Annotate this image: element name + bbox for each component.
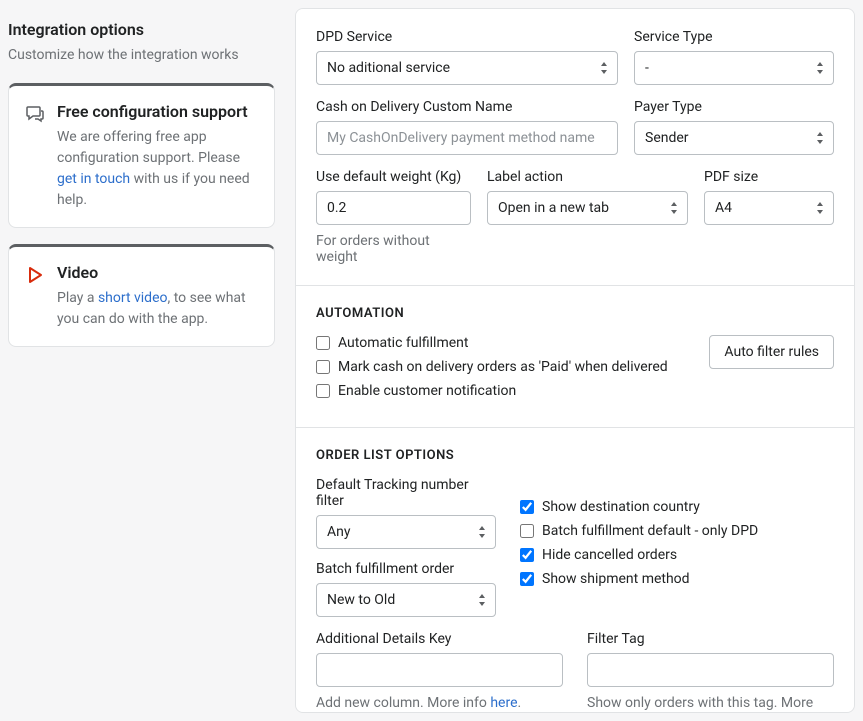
- tracking-filter-select[interactable]: Any: [316, 515, 496, 549]
- filter-tag-label: Filter Tag: [587, 631, 834, 647]
- filter-tag-input[interactable]: [587, 653, 834, 687]
- divider: [296, 285, 854, 286]
- page-title: Integration options: [8, 20, 275, 39]
- label-action-label: Label action: [487, 169, 688, 185]
- chat-icon: [25, 104, 45, 124]
- auto-fulfillment-checkbox[interactable]: [316, 336, 330, 350]
- cod-name-label: Cash on Delivery Custom Name: [316, 99, 618, 115]
- hide-cancelled-label[interactable]: Hide cancelled orders: [542, 547, 677, 563]
- service-type-select[interactable]: -: [634, 51, 834, 85]
- pdf-size-select[interactable]: A4: [704, 191, 834, 225]
- additional-key-helper: Add new column. More info here.: [316, 695, 563, 711]
- tracking-filter-label: Default Tracking number filter: [316, 477, 496, 509]
- mark-paid-checkbox[interactable]: [316, 360, 330, 374]
- label-action-select[interactable]: Open in a new tab: [487, 191, 688, 225]
- default-weight-input[interactable]: [316, 191, 471, 225]
- additional-key-label: Additional Details Key: [316, 631, 563, 647]
- order-list-title: ORDER LIST OPTIONS: [316, 448, 834, 463]
- payer-type-label: Payer Type: [634, 99, 834, 115]
- video-card-body: Play a short video, to see what you can …: [57, 288, 258, 330]
- divider: [296, 427, 854, 428]
- auto-filter-rules-button[interactable]: Auto filter rules: [709, 335, 834, 369]
- show-shipment-label[interactable]: Show shipment method: [542, 571, 690, 587]
- play-icon: [25, 265, 45, 285]
- default-weight-helper: For orders without weight: [316, 233, 471, 265]
- default-weight-label: Use default weight (Kg): [316, 169, 471, 185]
- filter-tag-helper: Show only orders with this tag. More inf…: [587, 695, 834, 713]
- video-card: Video Play a short video, to see what yo…: [8, 244, 275, 347]
- short-video-link[interactable]: short video: [98, 290, 168, 306]
- support-card-body: We are offering free app configuration s…: [57, 127, 258, 211]
- additional-key-input[interactable]: [316, 653, 563, 687]
- support-card: Free configuration support We are offeri…: [8, 83, 275, 228]
- filter-tag-link[interactable]: here: [614, 711, 641, 713]
- enable-notification-checkbox[interactable]: [316, 384, 330, 398]
- automation-title: AUTOMATION: [316, 306, 834, 321]
- dpd-service-select[interactable]: No aditional service: [316, 51, 618, 85]
- page-subtitle: Customize how the integration works: [8, 47, 275, 63]
- hide-cancelled-checkbox[interactable]: [520, 548, 534, 562]
- show-destination-checkbox[interactable]: [520, 500, 534, 514]
- batch-dpd-label[interactable]: Batch fulfillment default - only DPD: [542, 523, 758, 539]
- support-card-title: Free configuration support: [57, 102, 258, 121]
- batch-dpd-checkbox[interactable]: [520, 524, 534, 538]
- show-shipment-checkbox[interactable]: [520, 572, 534, 586]
- dpd-service-label: DPD Service: [316, 29, 618, 45]
- enable-notification-label[interactable]: Enable customer notification: [338, 383, 516, 399]
- payer-type-select[interactable]: Sender: [634, 121, 834, 155]
- batch-order-label: Batch fulfillment order: [316, 561, 496, 577]
- mark-paid-label[interactable]: Mark cash on delivery orders as 'Paid' w…: [338, 359, 668, 375]
- get-in-touch-link[interactable]: get in touch: [57, 171, 130, 187]
- main-panel: DPD Service No aditional service Service…: [295, 8, 855, 713]
- auto-fulfillment-label[interactable]: Automatic fulfillment: [338, 335, 468, 351]
- service-type-label: Service Type: [634, 29, 834, 45]
- additional-key-link[interactable]: here: [490, 695, 517, 711]
- video-card-title: Video: [57, 263, 258, 282]
- sidebar: Integration options Customize how the in…: [0, 0, 275, 721]
- batch-order-select[interactable]: New to Old: [316, 583, 496, 617]
- pdf-size-label: PDF size: [704, 169, 834, 185]
- cod-name-input[interactable]: [316, 121, 618, 155]
- show-destination-label[interactable]: Show destination country: [542, 499, 700, 515]
